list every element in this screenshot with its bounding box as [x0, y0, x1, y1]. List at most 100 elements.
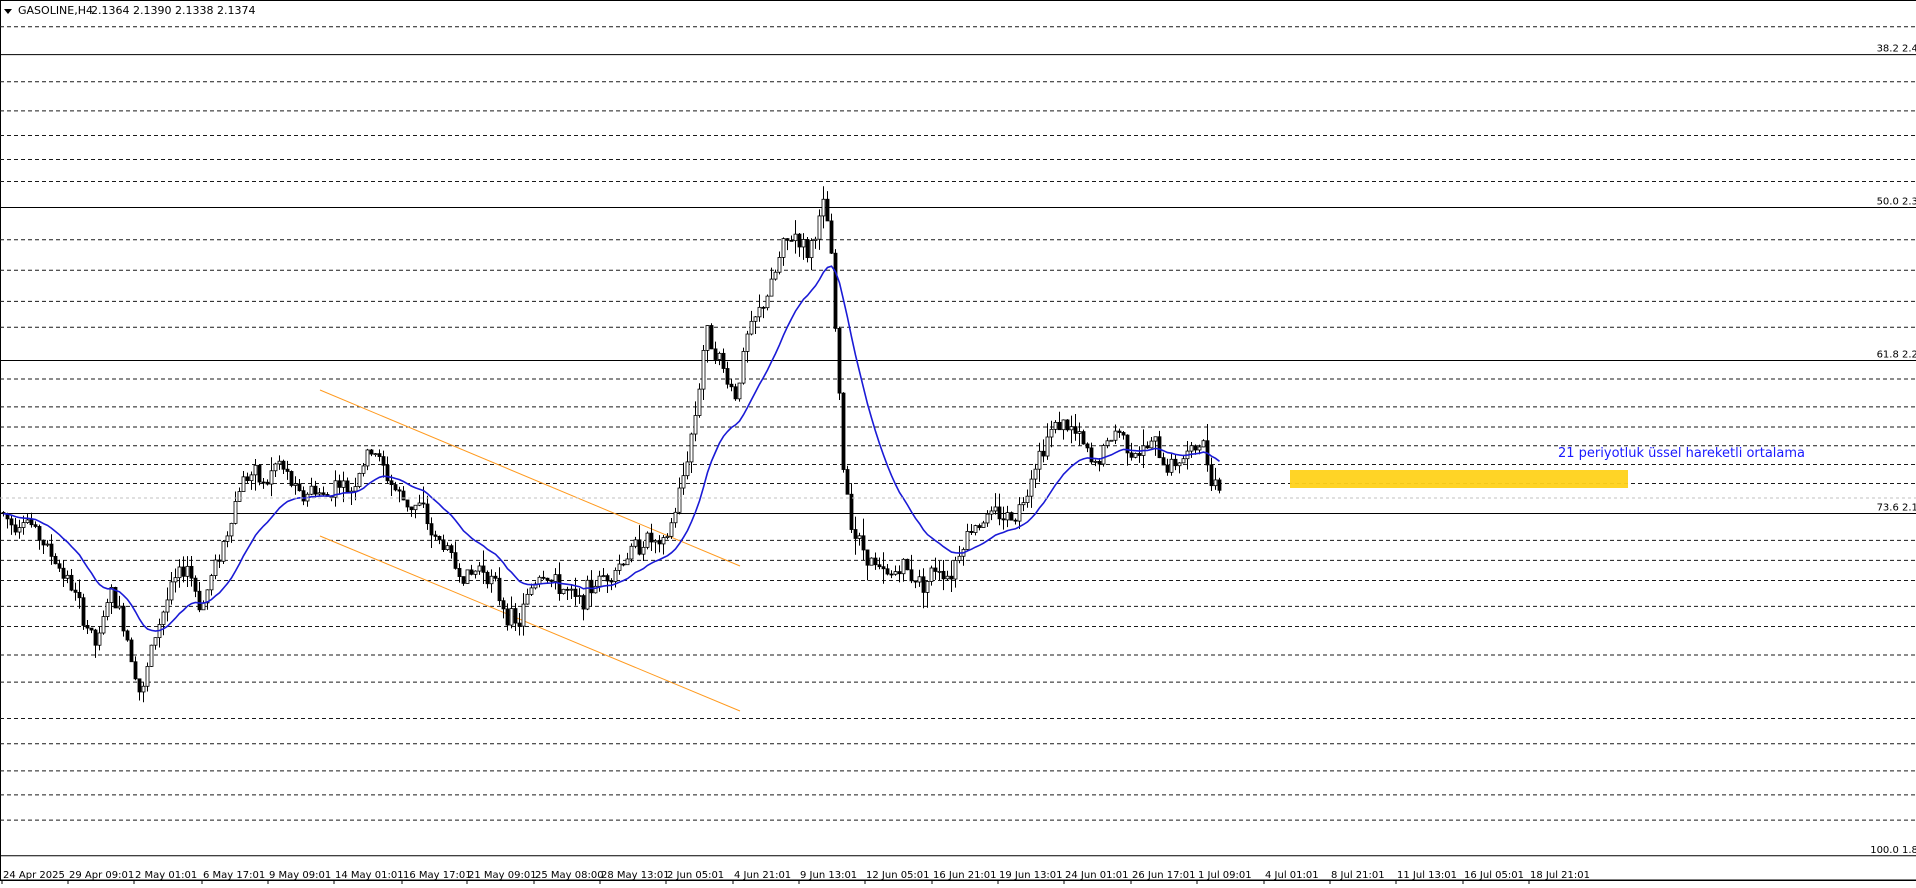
candle	[953, 556, 958, 588]
candle	[489, 569, 494, 593]
candle	[565, 586, 570, 601]
candle	[745, 330, 750, 363]
candle	[557, 562, 562, 601]
channel-lower-line[interactable]	[319, 535, 741, 712]
candle	[1045, 423, 1050, 460]
candle	[921, 568, 926, 609]
candle	[1037, 442, 1042, 482]
candle	[77, 579, 82, 609]
candle	[1205, 424, 1210, 472]
candle	[337, 474, 342, 495]
candle	[89, 627, 94, 634]
ema-annotation[interactable]: 21 periyotluk üssel hareketli ortalama	[1558, 446, 1805, 461]
candle	[805, 236, 810, 263]
channel-upper-line[interactable]	[319, 389, 741, 567]
candle	[1025, 489, 1030, 508]
candle	[957, 545, 962, 564]
candle	[749, 310, 754, 336]
candle	[725, 361, 730, 389]
candle	[877, 557, 882, 570]
candle	[641, 541, 646, 561]
candle	[417, 494, 422, 507]
time-tick-label: 21 May 09:01	[468, 870, 537, 881]
candle	[273, 462, 278, 477]
candle	[653, 539, 658, 554]
time-axis[interactable]: 24 Apr 2025 29 Apr 09:01 2 May 01:01 6 May …	[0, 870, 1916, 884]
candle	[801, 233, 806, 260]
candle	[1013, 518, 1018, 525]
candle	[789, 235, 794, 242]
candle	[137, 678, 142, 701]
time-tick-label: 9 Jun 13:01	[800, 870, 857, 881]
candle	[1201, 439, 1206, 448]
candle	[141, 682, 146, 703]
symbol-label: GASOLINE,H4	[18, 4, 93, 17]
candle	[265, 479, 270, 486]
candle	[281, 459, 286, 475]
candle	[61, 560, 66, 588]
candle	[941, 560, 946, 591]
triangle-down-icon[interactable]	[4, 9, 12, 14]
candle	[929, 565, 934, 586]
candle	[849, 483, 854, 533]
candle	[509, 596, 514, 629]
candle	[645, 531, 650, 550]
price-chart[interactable]: 38.2 2.4685 50.0 2.3504 61.8 2.2323 73.6 2.…	[0, 0, 1916, 888]
candle	[669, 517, 674, 539]
fib-label: 73.6 2.1142	[1877, 503, 1916, 514]
candle	[1161, 452, 1166, 466]
candle	[701, 344, 706, 400]
candle	[937, 561, 942, 581]
candle	[321, 486, 326, 496]
candle	[197, 581, 202, 613]
candle	[1053, 420, 1058, 434]
candle	[813, 236, 818, 249]
candle	[1105, 437, 1110, 449]
candle	[541, 570, 546, 580]
time-tick-label: 25 May 08:00	[535, 870, 604, 881]
highlight-zone[interactable]	[1290, 470, 1628, 488]
candle	[81, 593, 86, 630]
candle	[705, 325, 710, 363]
candle	[493, 572, 498, 582]
candle	[561, 588, 566, 595]
candle	[569, 584, 574, 599]
candle	[969, 524, 974, 536]
candle	[785, 238, 790, 251]
candle	[69, 568, 74, 592]
fib-label: 38.2 2.4685	[1877, 44, 1916, 55]
candle	[909, 554, 914, 584]
candle	[297, 478, 302, 492]
candle	[901, 558, 906, 582]
candle	[245, 472, 250, 484]
candle	[821, 186, 826, 229]
candle	[1109, 439, 1114, 442]
candle	[817, 209, 822, 250]
candle	[1021, 497, 1026, 512]
candle	[201, 600, 206, 611]
candle	[661, 534, 666, 555]
chart-container[interactable]: 38.2 2.4685 50.0 2.3504 61.8 2.2323 73.6 2.…	[0, 0, 1916, 888]
time-tick-label: 24 Jun 01:01	[1065, 870, 1129, 881]
candle	[249, 471, 254, 490]
candle	[721, 348, 726, 373]
candle	[177, 559, 182, 588]
candle	[221, 539, 226, 565]
candle	[41, 539, 46, 554]
candle	[617, 554, 622, 575]
candle	[1209, 457, 1214, 492]
candle	[293, 476, 298, 495]
candle	[913, 580, 918, 589]
candle	[521, 593, 526, 636]
candle	[657, 535, 662, 553]
candle	[437, 535, 442, 545]
candle	[57, 559, 62, 572]
candle	[1009, 511, 1014, 521]
time-tick-label: 9 May 09:01	[269, 870, 331, 881]
candle	[257, 463, 262, 486]
descending-channel	[319, 389, 741, 712]
candle	[985, 510, 990, 527]
candle	[369, 449, 374, 457]
candle	[1153, 436, 1158, 456]
ohlc-values: 2.1364 2.1390 2.1338 2.1374	[91, 4, 255, 17]
